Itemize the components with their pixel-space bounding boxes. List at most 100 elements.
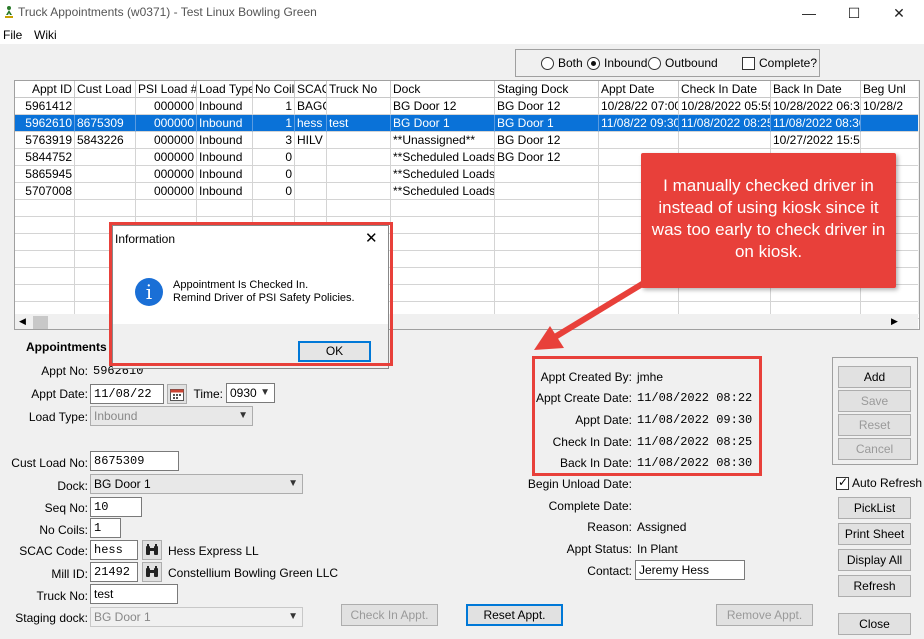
table-cell-cust-load bbox=[75, 98, 136, 115]
appt-status-label: Appt Status: bbox=[566, 542, 632, 556]
time-select[interactable]: 0930 ▼ bbox=[226, 383, 275, 403]
menu-wiki[interactable]: Wiki bbox=[34, 28, 57, 42]
table-cell-back-in-date: 10/27/2022 15:57 bbox=[771, 132, 861, 149]
auto-refresh-checkbox[interactable] bbox=[836, 475, 849, 490]
close-button[interactable]: Close bbox=[838, 613, 911, 635]
scac-code-label: SCAC Code: bbox=[19, 544, 88, 558]
column-header-truck-no[interactable]: Truck No bbox=[327, 81, 391, 98]
table-cell-load-type: Inbound bbox=[197, 149, 253, 166]
column-header-no-coils[interactable]: No Coils bbox=[253, 81, 295, 98]
table-cell-staging-dock bbox=[495, 217, 599, 234]
backin-date-value: 11/08/2022 08:30 bbox=[637, 456, 753, 470]
table-cell-staging-dock: BG Door 12 bbox=[495, 98, 599, 115]
table-cell-cust-load: 5843226 bbox=[75, 132, 136, 149]
add-button[interactable]: Add bbox=[838, 366, 911, 388]
reason-value: Assigned bbox=[637, 520, 687, 534]
time-value: 0930 bbox=[230, 386, 257, 400]
radio-outbound[interactable] bbox=[648, 57, 661, 70]
column-header-load-type[interactable]: Load Type bbox=[197, 81, 253, 98]
backin-date-label: Back In Date: bbox=[559, 456, 632, 470]
column-header-cust-load[interactable]: Cust Load # bbox=[75, 81, 136, 98]
dialog-close-icon[interactable]: ✕ bbox=[365, 229, 378, 247]
save-button[interactable]: Save bbox=[838, 390, 911, 412]
table-cell-appt-date: 11/08/22 09:30 bbox=[599, 115, 679, 132]
table-cell-no-coils: 3 bbox=[253, 132, 295, 149]
binoculars-icon[interactable] bbox=[142, 562, 162, 582]
table-cell-load-type: Inbound bbox=[197, 115, 253, 132]
chevron-down-icon: ▼ bbox=[288, 611, 298, 622]
complete-checkbox-label: Complete? bbox=[759, 56, 818, 70]
information-dialog: Information ✕ i Appointment Is Checked I… bbox=[112, 225, 389, 369]
column-header-scac[interactable]: SCAC bbox=[295, 81, 327, 98]
check-in-button[interactable]: Check In Appt. bbox=[341, 604, 438, 626]
column-header-check-in-date[interactable]: Check In Date bbox=[679, 81, 771, 98]
scac-name: Hess Express LL bbox=[168, 544, 259, 558]
cust-load-field[interactable]: 8675309 bbox=[90, 451, 179, 471]
table-cell-truck-no bbox=[327, 183, 391, 200]
print-sheet-button[interactable]: Print Sheet bbox=[838, 523, 911, 545]
staging-dock-select[interactable]: BG Door 1 ▼ bbox=[90, 607, 303, 627]
load-type-select[interactable]: Inbound ▼ bbox=[90, 406, 253, 426]
column-header-back-in-date[interactable]: Back In Date bbox=[771, 81, 861, 98]
column-header-beg-unload[interactable]: Beg Unl bbox=[861, 81, 919, 98]
complete-checkbox[interactable] bbox=[742, 57, 755, 70]
refresh-button[interactable]: Refresh bbox=[838, 575, 911, 597]
picklist-button[interactable]: PickList bbox=[838, 497, 911, 519]
table-cell-no-coils: 1 bbox=[253, 115, 295, 132]
reset-appt-button[interactable]: Reset Appt. bbox=[466, 604, 563, 626]
table-cell-back-in-date: 10/28/2022 06:36 bbox=[771, 98, 861, 115]
column-header-dock[interactable]: Dock bbox=[391, 81, 495, 98]
dialog-title: Information bbox=[115, 232, 176, 246]
info-appt-date-label: Appt Date: bbox=[575, 413, 632, 427]
radio-inbound[interactable] bbox=[587, 57, 600, 70]
dock-label: Dock: bbox=[57, 479, 88, 493]
cancel-button[interactable]: Cancel bbox=[838, 438, 911, 460]
table-cell-truck-no: test bbox=[327, 115, 391, 132]
table-cell-staging-dock bbox=[495, 285, 599, 302]
display-all-button[interactable]: Display All bbox=[838, 549, 911, 571]
appt-date-field[interactable]: 11/08/22 bbox=[90, 384, 164, 404]
scac-code-field[interactable]: hess bbox=[90, 540, 138, 560]
column-header-psi-load[interactable]: PSI Load # bbox=[136, 81, 197, 98]
minimize-icon[interactable]: — bbox=[786, 0, 832, 26]
dock-select[interactable]: BG Door 1 ▼ bbox=[90, 474, 303, 494]
mill-id-label: Mill ID: bbox=[51, 567, 88, 581]
no-coils-field[interactable]: 1 bbox=[90, 518, 121, 538]
table-cell-staging-dock bbox=[495, 251, 599, 268]
table-cell-truck-no bbox=[327, 149, 391, 166]
horizontal-scroll-thumb[interactable] bbox=[33, 316, 48, 329]
binoculars-icon[interactable] bbox=[142, 540, 162, 560]
seq-no-field[interactable]: 10 bbox=[90, 497, 142, 517]
column-header-appt-id[interactable]: Appt ID bbox=[15, 81, 75, 98]
table-cell-scac: hess bbox=[295, 115, 327, 132]
reset-button[interactable]: Reset bbox=[838, 414, 911, 436]
contact-field[interactable]: Jeremy Hess bbox=[635, 560, 745, 580]
table-cell-truck-no bbox=[327, 200, 391, 217]
table-cell-appt-id: 5962610 bbox=[15, 115, 75, 132]
table-cell-load-type: Inbound bbox=[197, 132, 253, 149]
load-type-label: Load Type: bbox=[28, 410, 88, 424]
calendar-icon[interactable] bbox=[167, 384, 187, 404]
close-window-icon[interactable]: ✕ bbox=[876, 0, 922, 26]
table-cell-staging-dock: BG Door 12 bbox=[495, 132, 599, 149]
dialog-message-line2: Remind Driver of PSI Safety Policies. bbox=[173, 292, 355, 304]
maximize-icon[interactable]: ☐ bbox=[831, 0, 877, 26]
app-icon bbox=[4, 6, 14, 18]
column-header-staging-dock[interactable]: Staging Dock bbox=[495, 81, 599, 98]
vertical-scrollbar[interactable]: ▲ ▼ bbox=[918, 81, 919, 314]
table-cell-truck-no bbox=[327, 166, 391, 183]
dialog-message-line1: Appointment Is Checked In. bbox=[173, 279, 309, 291]
table-cell-psi-load: 000000 bbox=[136, 132, 197, 149]
column-header-appt-date[interactable]: Appt Date bbox=[599, 81, 679, 98]
table-cell-cust-load: 8675309 bbox=[75, 115, 136, 132]
menu-file[interactable]: File bbox=[3, 28, 22, 42]
radio-both[interactable] bbox=[541, 57, 554, 70]
mill-id-field[interactable]: 21492 bbox=[90, 562, 138, 582]
scroll-left-icon[interactable]: ◀ bbox=[19, 316, 26, 327]
scroll-right-icon[interactable]: ▶ bbox=[891, 316, 898, 327]
title-bar: Truck Appointments (w0371) - Test Linux … bbox=[0, 0, 924, 26]
ok-button[interactable]: OK bbox=[298, 341, 371, 362]
truck-no-field[interactable]: test bbox=[90, 584, 178, 604]
remove-appt-button[interactable]: Remove Appt. bbox=[716, 604, 813, 626]
table-cell-dock: BG Door 1 bbox=[391, 115, 495, 132]
